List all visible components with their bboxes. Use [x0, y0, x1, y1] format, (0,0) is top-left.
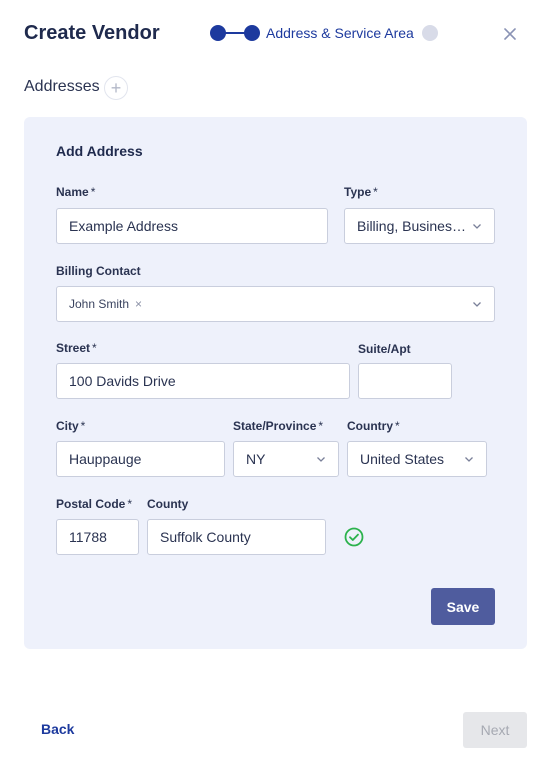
addresses-heading: Addresses	[24, 78, 100, 95]
name-value: Example Address	[69, 218, 178, 234]
add-address-button[interactable]: +	[104, 76, 128, 100]
chip-remove-icon[interactable]: ×	[135, 297, 142, 311]
suite-field[interactable]	[358, 363, 452, 399]
postal-code-value: 11788	[69, 529, 107, 545]
next-button: Next	[463, 712, 527, 748]
chevron-down-icon	[465, 457, 473, 462]
county-label: County	[147, 497, 189, 511]
chevron-down-icon	[317, 457, 325, 462]
step-3-dot	[422, 25, 438, 41]
city-value: Hauppauge	[69, 451, 142, 467]
city-field[interactable]: Hauppauge	[56, 441, 225, 477]
contact-chip: John Smith ×	[69, 297, 466, 311]
state-value: NY	[246, 451, 266, 467]
chevron-down-icon	[473, 224, 481, 229]
type-value: Billing, Business Address	[357, 218, 466, 234]
street-field[interactable]: 100 Davids Drive	[56, 363, 350, 399]
current-step-label: Address & Service Area	[266, 25, 414, 41]
type-select[interactable]: Billing, Business Address	[344, 208, 495, 244]
postal-code-field[interactable]: 11788	[56, 519, 139, 555]
back-button[interactable]: Back	[41, 721, 74, 737]
panel-title: Add Address	[56, 143, 143, 159]
state-select[interactable]: NY	[233, 441, 339, 477]
county-field[interactable]: Suffolk County	[147, 519, 326, 555]
city-label: City *	[56, 419, 86, 433]
contact-chip-label: John Smith	[69, 297, 130, 311]
state-label: State/Province *	[233, 419, 324, 433]
street-value: 100 Davids Drive	[69, 373, 176, 389]
save-button[interactable]: Save	[431, 588, 495, 625]
step-2-dot	[244, 25, 260, 41]
billing-contact-chips: John Smith ×	[69, 297, 466, 311]
street-label: Street *	[56, 341, 97, 355]
billing-contact-label: Billing Contact	[56, 264, 141, 278]
check-circle-icon	[344, 527, 364, 547]
type-label: Type *	[344, 185, 378, 199]
name-field[interactable]: Example Address	[56, 208, 328, 244]
postal-code-label: Postal Code *	[56, 497, 133, 511]
plus-icon: +	[110, 78, 122, 98]
chevron-down-icon	[473, 302, 481, 307]
county-value: Suffolk County	[160, 529, 251, 545]
country-label: Country *	[347, 419, 400, 433]
country-value: United States	[360, 451, 445, 467]
close-icon[interactable]	[502, 26, 518, 42]
country-select[interactable]: United States	[347, 441, 487, 477]
progress-stepper: Address & Service Area	[210, 25, 440, 41]
billing-contact-select[interactable]: John Smith ×	[56, 286, 495, 322]
add-address-panel: Add Address Name * Example Address Type * …	[24, 117, 527, 649]
page-title: Create Vendor	[24, 22, 160, 44]
suite-label: Suite/Apt	[358, 342, 411, 356]
name-label: Name *	[56, 185, 96, 199]
